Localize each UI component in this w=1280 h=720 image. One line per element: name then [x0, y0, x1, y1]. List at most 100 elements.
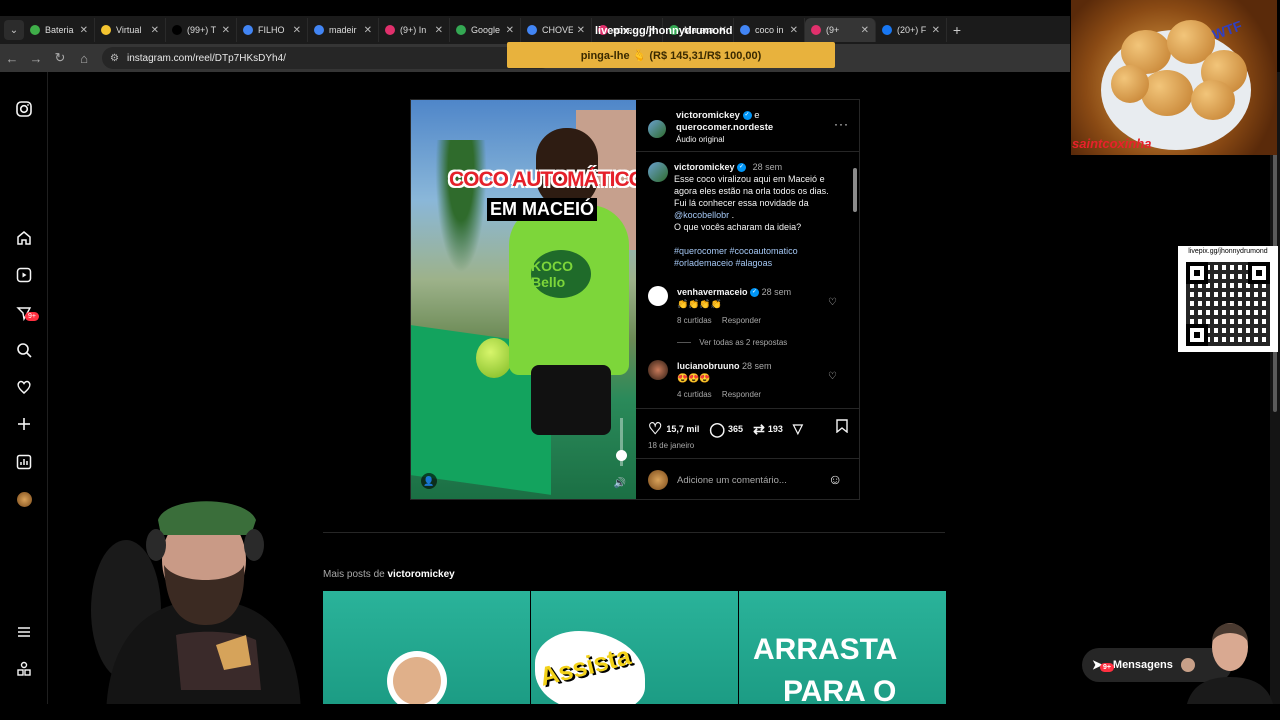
caption-question: O que vocês acharam da ideia?	[674, 222, 802, 232]
video-caption-title: COCO AUTOMÁTICO	[449, 168, 636, 191]
instagram-logo-icon[interactable]	[15, 100, 33, 118]
video-progress-slider[interactable]	[616, 418, 627, 466]
tab-close-icon[interactable]: ✕	[861, 25, 869, 36]
author-avatar[interactable]	[648, 120, 666, 138]
messages-icon[interactable]: 9+	[15, 304, 39, 322]
browser-tab[interactable]: (9+) In ✕	[379, 18, 450, 42]
back-icon[interactable]: ←	[0, 51, 24, 66]
also-from-meta-icon[interactable]	[15, 660, 33, 678]
more-post-thumbnail[interactable]: Assista	[531, 591, 738, 704]
browser-tab[interactable]: (99+) T ✕	[166, 18, 237, 42]
comment-like-icon[interactable]: ♡	[828, 371, 837, 382]
browser-tab[interactable]: CHOVE ✕	[521, 18, 592, 42]
comment-user[interactable]: lucianobruuno	[677, 361, 740, 371]
comment-like-icon[interactable]: ♡	[828, 297, 837, 308]
browser-tab[interactable]: Google ✕	[450, 18, 521, 42]
tab-close-icon[interactable]: ✕	[151, 25, 159, 36]
create-icon[interactable]	[15, 415, 33, 433]
page-scrollbar[interactable]	[1270, 72, 1280, 704]
caption-hashtags-1[interactable]: #querocomer #cocoautomatico	[674, 246, 798, 256]
dashboard-icon[interactable]	[15, 453, 33, 471]
tab-close-icon[interactable]: ✕	[293, 25, 301, 36]
tagged-user-icon[interactable]: 👤	[421, 473, 437, 489]
heart-icon[interactable]	[15, 378, 33, 396]
tab-close-icon[interactable]: ✕	[435, 25, 443, 36]
reply-button[interactable]: Responder	[722, 316, 761, 325]
site-settings-icon[interactable]: ⚙	[110, 53, 119, 64]
commenter-avatar[interactable]	[648, 286, 668, 306]
author-username[interactable]: victoromickey	[676, 110, 740, 121]
save-icon[interactable]	[836, 419, 848, 436]
comment-icon[interactable]: ◯	[709, 421, 725, 438]
tab-search-dropdown-icon[interactable]: ⌄	[4, 20, 24, 40]
more-posts-prefix: Mais posts de	[323, 569, 385, 580]
caption-author-avatar[interactable]	[648, 162, 668, 182]
profile-avatar[interactable]	[15, 490, 33, 508]
browser-tab[interactable]: (9+ ✕	[805, 18, 876, 42]
home-icon[interactable]: ⌂	[72, 51, 96, 66]
tab-close-icon[interactable]: ✕	[80, 25, 88, 36]
reload-icon[interactable]: ↻	[48, 50, 72, 66]
reels-icon[interactable]	[15, 266, 33, 284]
caption-mention[interactable]: @kocobellobr	[674, 210, 729, 220]
forward-icon[interactable]: →	[24, 51, 48, 66]
view-replies-label[interactable]: Ver todas as 2 respostas	[699, 338, 787, 347]
comment-2: lucianobruuno 28 sem 😍😍😍	[677, 360, 772, 384]
comments-list[interactable]: victoromickey ✓ 28 sem Esse coco viraliz…	[636, 152, 860, 408]
audio-label[interactable]: Áudio original	[676, 135, 724, 144]
reel-video[interactable]: KOCO Bello COCO AUTOMÁTICO EM MACEIÓ 👤 🔊	[411, 100, 636, 499]
more-posts-user[interactable]: victoromickey	[387, 569, 454, 580]
browser-tab[interactable]: coco in ✕	[734, 18, 805, 42]
tab-close-icon[interactable]: ✕	[506, 25, 514, 36]
qr-corner	[1186, 262, 1208, 284]
comments-scrollbar[interactable]	[852, 158, 858, 403]
food-image-overlay	[1071, 0, 1277, 155]
tab-close-icon[interactable]: ✕	[790, 25, 798, 36]
like-count[interactable]: 15,7 mil	[666, 424, 699, 434]
tab-favicon-icon	[172, 25, 182, 35]
commenter-avatar[interactable]	[648, 360, 668, 380]
tab-title: Virtual	[116, 25, 142, 35]
comment-user[interactable]: venhavermaceio	[677, 287, 748, 297]
more-options-icon[interactable]: ···	[834, 117, 849, 131]
url-field[interactable]: ⚙ instagram.com/reel/DTp7HKsDYh4/	[102, 47, 552, 69]
browser-tab[interactable]: (20+) F ✕	[876, 18, 947, 42]
coauthor-username[interactable]: querocomer.nordeste	[676, 122, 773, 133]
browser-tab[interactable]: FILHO ✕	[237, 18, 308, 42]
comments-scroll-thumb[interactable]	[853, 168, 857, 212]
add-comment-input[interactable]: Adicione um comentário...	[677, 475, 787, 486]
thumbnail-face	[393, 657, 441, 704]
share-icon[interactable]: ▽	[793, 421, 803, 437]
volume-icon[interactable]: 🔊	[614, 478, 626, 489]
caption-author[interactable]: victoromickey	[674, 162, 735, 172]
browser-tab[interactable]: Bateria ✕	[24, 18, 95, 42]
new-tab-button[interactable]: +	[947, 22, 967, 38]
search-icon[interactable]	[15, 341, 33, 359]
browser-tab[interactable]: madeir ✕	[308, 18, 379, 42]
view-replies[interactable]: Ver todas as 2 respostas	[677, 338, 787, 347]
tab-favicon-icon	[385, 25, 395, 35]
video-progress-knob[interactable]	[616, 450, 627, 462]
streamer-webcam	[91, 501, 301, 720]
more-post-thumbnail[interactable]	[323, 591, 530, 704]
emoji-icon[interactable]: ☺	[828, 471, 842, 487]
comment-text: 👏👏👏👏	[677, 299, 722, 309]
bottom-bar	[0, 704, 1280, 720]
comment-likes[interactable]: 4 curtidas	[677, 390, 712, 399]
menu-icon[interactable]	[15, 623, 33, 641]
tab-close-icon[interactable]: ✕	[364, 25, 372, 36]
like-icon[interactable]: ♡	[648, 419, 662, 439]
video-shirt-logo: KOCO Bello	[531, 250, 591, 298]
video-coconut	[476, 338, 512, 378]
reply-button[interactable]: Responder	[722, 390, 761, 399]
browser-tab[interactable]: Virtual ✕	[95, 18, 166, 42]
tab-close-icon[interactable]: ✕	[222, 25, 230, 36]
repost-icon[interactable]: ⇄	[753, 421, 765, 438]
fried-snack	[1111, 65, 1149, 103]
home-icon[interactable]	[15, 229, 33, 247]
caption-hashtags-2[interactable]: #orlademaceio #alagoas	[674, 258, 772, 268]
tab-close-icon[interactable]: ✕	[932, 25, 940, 36]
more-post-thumbnail[interactable]: ARRASTA PARA O	[739, 591, 946, 704]
tab-close-icon[interactable]: ✕	[577, 25, 585, 36]
comment-likes[interactable]: 8 curtidas	[677, 316, 712, 325]
